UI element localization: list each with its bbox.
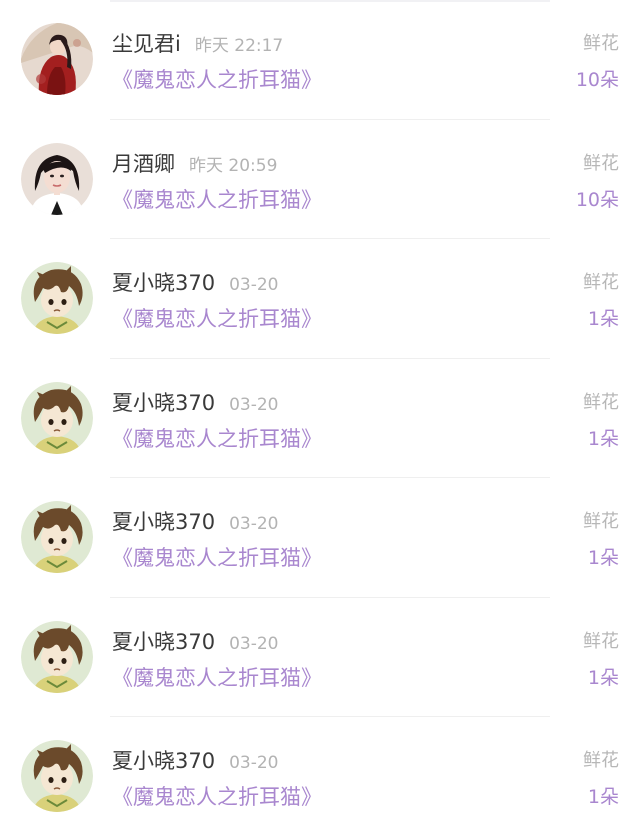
sender-name-text[interactable]: 月酒卿	[112, 152, 175, 176]
gift-amount: 1朵	[587, 666, 619, 689]
gift-type: 鲜花	[583, 511, 619, 532]
avatar-icon-anime-boy[interactable]	[21, 620, 93, 693]
sender-name-text[interactable]: 夏小晓370	[112, 391, 215, 415]
sender-name: 夏小晓370 03-20	[112, 508, 279, 538]
sender-name: 夏小晓370 03-20	[112, 747, 279, 777]
sender-name: 夏小晓370 03-20	[112, 269, 279, 299]
gift-amount: 10朵	[575, 69, 619, 91]
sender-name: 夏小晓370 03-20	[112, 628, 279, 658]
gift-record-list: 尘见君i 昨天 22:17 《魔鬼恋人之折耳猫》 鲜花 10朵 月酒卿 昨天 20:…	[0, 0, 640, 836]
gift-record-item[interactable]: 尘见君i 昨天 22:17 《魔鬼恋人之折耳猫》 鲜花 10朵	[0, 0, 640, 120]
book-title-link[interactable]: 《魔鬼恋人之折耳猫》	[112, 305, 322, 333]
gift-type: 鲜花	[583, 630, 619, 652]
sender-name-text[interactable]: 尘见君i	[112, 32, 181, 56]
gift-type: 鲜花	[583, 750, 619, 771]
gift-time: 昨天 20:59	[189, 155, 278, 176]
gift-time: 昨天 22:17	[194, 36, 284, 56]
book-title-link[interactable]: 《魔鬼恋人之折耳猫》	[112, 664, 322, 692]
gift-type: 鲜花	[583, 152, 619, 174]
gift-record-item[interactable]: 夏小晓370 03-20 《魔鬼恋人之折耳猫》 鲜花 1朵	[0, 598, 640, 717]
book-title-link[interactable]: 《魔鬼恋人之折耳猫》	[112, 783, 322, 811]
gift-type: 鲜花	[583, 272, 619, 293]
book-title-link[interactable]: 《魔鬼恋人之折耳猫》	[112, 425, 322, 453]
avatar-icon-anime-boy[interactable]	[21, 501, 93, 573]
gift-amount: 1朵	[587, 308, 619, 330]
avatar-icon-anime-boy[interactable]	[21, 381, 93, 454]
gift-record-item[interactable]: 夏小晓370 03-20 《魔鬼恋人之折耳猫》 鲜花 1朵	[0, 478, 640, 598]
sender-name-text[interactable]: 夏小晓370	[112, 271, 215, 295]
avatar-icon-anime-boy[interactable]	[21, 262, 93, 334]
gift-record-item[interactable]: 月酒卿 昨天 20:59 《魔鬼恋人之折耳猫》 鲜花 10朵	[0, 120, 640, 239]
gift-amount: 1朵	[587, 786, 619, 808]
gift-time: 03-20	[229, 514, 279, 534]
gift-record-item[interactable]: 夏小晓370 03-20 《魔鬼恋人之折耳猫》 鲜花 1朵	[0, 239, 640, 359]
gift-record-item[interactable]: 夏小晓370 03-20 《魔鬼恋人之折耳猫》 鲜花 1朵	[0, 359, 640, 478]
avatar-icon-woman-portrait[interactable]	[21, 142, 93, 215]
gift-amount: 10朵	[575, 188, 619, 211]
gift-amount: 1朵	[587, 547, 619, 569]
gift-time: 03-20	[229, 633, 279, 654]
book-title-link[interactable]: 《魔鬼恋人之折耳猫》	[112, 66, 322, 94]
gift-time: 03-20	[229, 753, 279, 773]
gift-time: 03-20	[229, 394, 279, 415]
book-title-link[interactable]: 《魔鬼恋人之折耳猫》	[112, 186, 322, 214]
sender-name: 尘见君i 昨天 22:17	[112, 30, 283, 60]
sender-name-text[interactable]: 夏小晓370	[112, 630, 215, 654]
gift-type: 鲜花	[583, 391, 619, 413]
sender-name-text[interactable]: 夏小晓370	[112, 510, 215, 534]
gift-record-item[interactable]: 夏小晓370 03-20 《魔鬼恋人之折耳猫》 鲜花 1朵	[0, 717, 640, 836]
book-title-link[interactable]: 《魔鬼恋人之折耳猫》	[112, 544, 322, 572]
gift-amount: 1朵	[587, 427, 619, 450]
sender-name-text[interactable]: 夏小晓370	[112, 749, 215, 773]
sender-name: 月酒卿 昨天 20:59	[112, 150, 277, 180]
avatar-icon-red-costume[interactable]	[21, 23, 93, 95]
gift-type: 鲜花	[583, 33, 619, 54]
sender-name: 夏小晓370 03-20	[112, 389, 279, 419]
avatar-icon-anime-boy[interactable]	[21, 740, 93, 812]
gift-time: 03-20	[229, 275, 279, 295]
